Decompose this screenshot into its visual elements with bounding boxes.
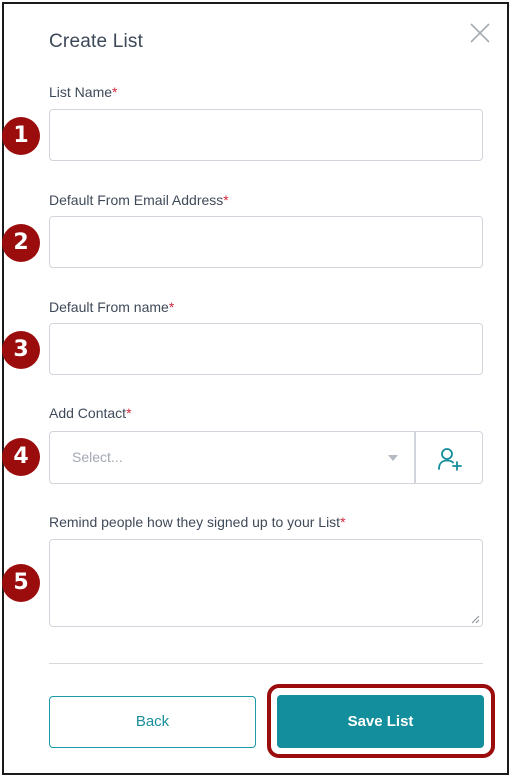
from-email-input[interactable] xyxy=(49,216,483,268)
footer-divider xyxy=(49,663,483,664)
from-email-label: Default From Email Address* xyxy=(49,192,229,208)
close-icon[interactable] xyxy=(469,22,491,44)
add-contact-button[interactable] xyxy=(415,431,483,484)
required-marker: * xyxy=(340,514,346,530)
from-name-input[interactable] xyxy=(49,323,483,375)
save-list-button[interactable]: Save List xyxy=(277,695,484,748)
contact-select-placeholder: Select... xyxy=(72,449,123,465)
caret-down-icon xyxy=(388,455,398,461)
list-name-label: List Name* xyxy=(49,84,118,100)
reminder-textarea[interactable] xyxy=(49,539,483,627)
annotation-badge-5: 5 xyxy=(2,564,40,602)
required-marker: * xyxy=(126,405,132,421)
annotation-badge-1: 1 xyxy=(2,117,40,155)
annotation-badge-4: 4 xyxy=(2,438,40,476)
required-marker: * xyxy=(112,84,118,100)
annotation-badge-2: 2 xyxy=(2,224,40,262)
required-marker: * xyxy=(168,299,175,315)
list-name-input[interactable] xyxy=(49,109,483,161)
add-user-icon xyxy=(438,448,462,471)
contact-select[interactable]: Select... xyxy=(49,431,415,484)
from-name-label: Default From name* xyxy=(49,299,175,315)
annotation-badge-3: 3 xyxy=(2,331,40,369)
reminder-label: Remind people how they signed up to your… xyxy=(49,514,346,530)
dialog-title: Create List xyxy=(49,31,144,52)
back-button[interactable]: Back xyxy=(49,696,256,748)
add-contact-label: Add Contact* xyxy=(49,405,132,421)
resize-handle-icon[interactable] xyxy=(471,615,480,624)
required-marker: * xyxy=(223,192,229,208)
